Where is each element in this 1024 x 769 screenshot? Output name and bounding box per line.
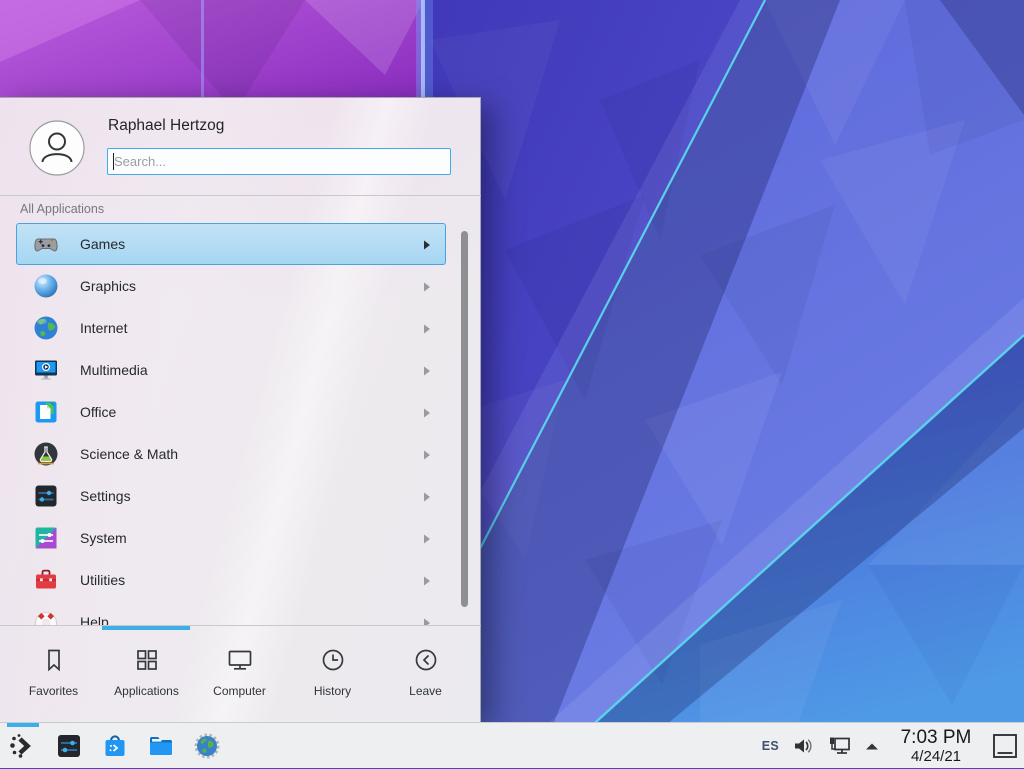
discover-bag-icon <box>100 731 130 761</box>
chevron-right-icon <box>423 534 431 544</box>
tab-favorites[interactable]: Favorites <box>7 627 100 723</box>
expand-tray-button[interactable] <box>864 740 880 752</box>
globe-gear-icon <box>192 731 222 761</box>
category-settings[interactable]: Settings <box>16 475 446 517</box>
menu-tabbar: Favorites Applications Computer <box>0 627 481 723</box>
category-system[interactable]: System <box>16 517 446 559</box>
category-label: Multimedia <box>80 362 148 378</box>
show-desktop-icon <box>992 733 1018 759</box>
science-math-icon <box>32 440 60 468</box>
settings-icon <box>32 482 60 510</box>
category-internet[interactable]: Internet <box>16 307 446 349</box>
chevron-right-icon <box>423 618 431 625</box>
clock-time: 7:03 PM <box>901 728 972 747</box>
tab-applications[interactable]: Applications <box>100 627 193 723</box>
chevron-right-icon <box>423 324 431 334</box>
category-games[interactable]: Games <box>16 223 446 265</box>
category-label: Games <box>80 236 125 252</box>
settings-sliders-icon <box>54 731 84 761</box>
web-browser-button[interactable] <box>184 723 230 769</box>
application-launcher-button[interactable] <box>0 723 46 769</box>
internet-icon <box>32 314 60 342</box>
active-launcher-indicator <box>7 723 39 727</box>
search-input[interactable] <box>107 148 451 175</box>
category-science-math[interactable]: Science & Math <box>16 433 446 475</box>
chevron-right-icon <box>423 492 431 502</box>
category-label: System <box>80 530 127 546</box>
tab-leave[interactable]: Leave <box>379 627 472 723</box>
keyboard-layout-indicator[interactable]: ES <box>762 739 779 753</box>
volume-icon <box>792 735 814 757</box>
category-label: Help <box>80 614 109 625</box>
leave-icon <box>411 645 441 675</box>
text-caret <box>113 153 114 170</box>
tab-label: Computer <box>213 684 266 698</box>
application-launcher-menu: Raphael Hertzog All Applications Games <box>0 97 481 722</box>
file-manager-button[interactable] <box>138 723 184 769</box>
tab-label: Favorites <box>29 684 78 698</box>
chevron-right-icon <box>423 408 431 418</box>
category-multimedia[interactable]: Multimedia <box>16 349 446 391</box>
multimedia-icon <box>32 356 60 384</box>
chevron-right-icon <box>423 450 431 460</box>
clock-date: 4/24/21 <box>911 749 961 764</box>
taskbar-panel: ES 7:03 PM 4/24/21 <box>0 722 1024 768</box>
header-separator <box>0 195 481 196</box>
category-list: Games Graphics Internet <box>0 223 481 625</box>
category-label: Utilities <box>80 572 125 588</box>
system-settings-button[interactable] <box>46 723 92 769</box>
section-label: All Applications <box>20 202 104 216</box>
tab-label: Applications <box>114 684 179 698</box>
category-utilities[interactable]: Utilities <box>16 559 446 601</box>
tab-computer[interactable]: Computer <box>193 627 286 723</box>
chevron-right-icon <box>423 240 431 250</box>
tab-label: History <box>314 684 351 698</box>
applications-icon <box>132 645 162 675</box>
tab-history[interactable]: History <box>286 627 379 723</box>
computer-icon <box>225 645 255 675</box>
history-icon <box>318 645 348 675</box>
user-avatar-icon <box>29 120 85 176</box>
utilities-icon <box>32 566 60 594</box>
system-tray: ES 7:03 PM 4/24/21 <box>762 723 1018 769</box>
digital-clock[interactable]: 7:03 PM 4/24/21 <box>893 728 979 764</box>
chevron-right-icon <box>423 366 431 376</box>
category-help[interactable]: Help <box>16 601 446 625</box>
category-label: Science & Math <box>80 446 178 462</box>
chevron-right-icon <box>423 282 431 292</box>
category-graphics[interactable]: Graphics <box>16 265 446 307</box>
user-name: Raphael Hertzog <box>108 117 224 135</box>
favorites-icon <box>39 645 69 675</box>
category-label: Office <box>80 404 116 420</box>
tabbar-separator <box>0 625 481 626</box>
system-icon <box>32 524 60 552</box>
taskbar-launchers <box>0 723 230 769</box>
category-label: Settings <box>80 488 131 504</box>
menu-header: Raphael Hertzog <box>0 98 480 195</box>
avatar[interactable] <box>29 120 85 176</box>
list-scrollbar[interactable] <box>461 231 468 607</box>
tab-label: Leave <box>409 684 442 698</box>
category-label: Graphics <box>80 278 136 294</box>
games-icon <box>32 230 60 258</box>
category-office[interactable]: Office <box>16 391 446 433</box>
volume-button[interactable] <box>792 735 814 757</box>
network-button[interactable] <box>827 734 851 758</box>
folder-icon <box>146 731 176 761</box>
show-desktop-button[interactable] <box>992 733 1018 759</box>
category-label: Internet <box>80 320 127 336</box>
wired-network-icon <box>827 734 851 758</box>
help-icon <box>32 608 60 625</box>
office-icon <box>32 398 60 426</box>
expand-tray-icon <box>864 740 880 752</box>
search-field-wrap <box>107 148 451 175</box>
kde-launcher-icon <box>8 731 38 761</box>
discover-button[interactable] <box>92 723 138 769</box>
graphics-icon <box>32 272 60 300</box>
chevron-right-icon <box>423 576 431 586</box>
